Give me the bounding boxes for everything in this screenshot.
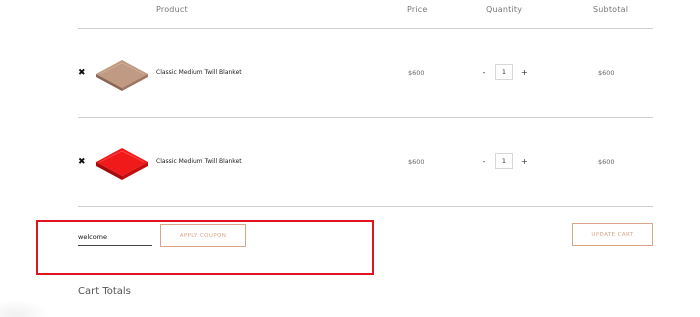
product-name[interactable]: Classic Medium Twill Blanket: [156, 69, 242, 76]
header-quantity: Quantity: [486, 5, 523, 14]
qty-increase-button[interactable]: +: [521, 68, 528, 77]
divider: [78, 206, 653, 207]
header-price: Price: [407, 5, 428, 14]
apply-coupon-button[interactable]: APPLY COUPON: [160, 224, 246, 247]
item-price: $600: [408, 69, 425, 77]
table-row: ✖ Classic Medium Twill Blanket $600 - 1 …: [0, 118, 700, 206]
cart-page: Product Price Quantity Subtotal ✖ Classi…: [0, 0, 700, 317]
qty-increase-button[interactable]: +: [521, 157, 528, 166]
qty-decrease-button[interactable]: -: [481, 68, 487, 77]
qty-input[interactable]: 1: [495, 64, 513, 80]
remove-item-icon[interactable]: ✖: [78, 157, 86, 167]
remove-item-icon[interactable]: ✖: [78, 68, 86, 78]
update-cart-button[interactable]: UPDATE CART: [572, 223, 653, 246]
corner-shadow: [0, 300, 50, 317]
qty-decrease-button[interactable]: -: [481, 157, 487, 166]
product-name[interactable]: Classic Medium Twill Blanket: [156, 158, 242, 165]
item-price: $600: [408, 158, 425, 166]
header-product: Product: [156, 5, 188, 14]
quantity-stepper: - 1 +: [481, 64, 528, 80]
item-subtotal: $600: [598, 158, 615, 166]
blanket-thumbnail-brown[interactable]: [92, 54, 152, 92]
cart-totals-heading: Cart Totals: [78, 286, 131, 297]
table-row: ✖ Classic Medium Twill Blanket $600 - 1 …: [0, 29, 700, 117]
qty-input[interactable]: 1: [495, 153, 513, 169]
header-subtotal: Subtotal: [593, 5, 629, 14]
item-subtotal: $600: [598, 69, 615, 77]
quantity-stepper: - 1 +: [481, 153, 528, 169]
blanket-thumbnail-red[interactable]: [92, 142, 152, 180]
coupon-code-input[interactable]: [78, 228, 152, 246]
